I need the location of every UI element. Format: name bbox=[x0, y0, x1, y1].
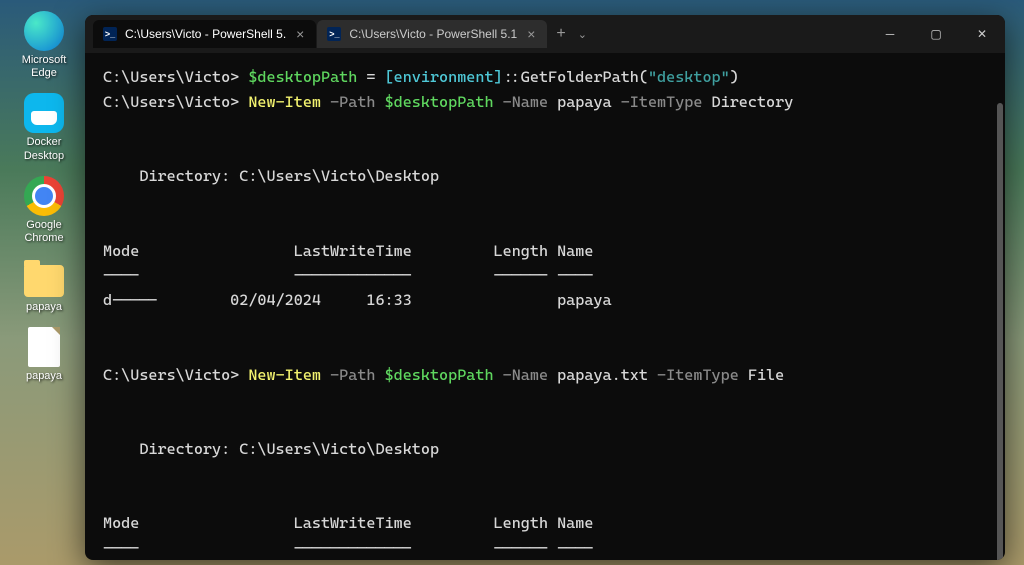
command-line-1: C:\Users\Victo> $desktopPath = [environm… bbox=[103, 65, 987, 90]
desktop-icons-column: Microsoft Edge Docker Desktop Google Chr… bbox=[10, 10, 78, 384]
terminal-window: >_ C:\Users\Victo - PowerShell 5. × >_ C… bbox=[85, 15, 1005, 560]
chrome-icon bbox=[24, 176, 64, 216]
terminal-body[interactable]: C:\Users\Victo> $desktopPath = [environm… bbox=[85, 53, 1005, 560]
file-icon bbox=[28, 327, 60, 367]
tab-powershell-1[interactable]: >_ C:\Users\Victo - PowerShell 5. × bbox=[93, 20, 316, 48]
minimize-button[interactable]: ─ bbox=[867, 15, 913, 53]
close-button[interactable]: ✕ bbox=[959, 15, 1005, 53]
new-tab-button[interactable]: + bbox=[556, 25, 565, 43]
table-header: Mode LastWriteTime Length Name bbox=[103, 239, 987, 264]
table-header: Mode LastWriteTime Length Name bbox=[103, 511, 987, 536]
directory-label-2: Directory: C:\Users\Victo\Desktop bbox=[103, 437, 987, 462]
titlebar: >_ C:\Users\Victo - PowerShell 5. × >_ C… bbox=[85, 15, 1005, 53]
folder-icon bbox=[24, 265, 64, 297]
desktop-icon-edge[interactable]: Microsoft Edge bbox=[10, 10, 78, 80]
tab-strip: >_ C:\Users\Victo - PowerShell 5. × >_ C… bbox=[93, 20, 867, 48]
tab-powershell-2[interactable]: >_ C:\Users\Victo - PowerShell 5.1 × bbox=[317, 20, 547, 48]
table-separator: ---- ------------- ------ ---- bbox=[103, 263, 987, 288]
docker-icon bbox=[24, 93, 64, 133]
scrollbar[interactable] bbox=[997, 103, 1003, 560]
desktop-icon-label: Google Chrome bbox=[10, 219, 78, 245]
command-line-2: C:\Users\Victo> New-Item -Path $desktopP… bbox=[103, 90, 987, 115]
powershell-icon: >_ bbox=[327, 27, 341, 41]
table-row: d----- 02/04/2024 16:33 papaya bbox=[103, 288, 987, 313]
desktop-icon-label: papaya bbox=[26, 301, 62, 314]
desktop-icon-docker[interactable]: Docker Desktop bbox=[10, 92, 78, 162]
close-icon[interactable]: × bbox=[294, 26, 306, 42]
desktop-icon-label: Microsoft Edge bbox=[10, 54, 78, 80]
desktop-icon-papaya-folder[interactable]: papaya bbox=[10, 257, 78, 314]
command-line-3: C:\Users\Victo> New-Item -Path $desktopP… bbox=[103, 363, 987, 388]
desktop-icon-chrome[interactable]: Google Chrome bbox=[10, 175, 78, 245]
tab-dropdown-icon[interactable]: ⌄ bbox=[578, 28, 587, 41]
maximize-button[interactable]: ▢ bbox=[913, 15, 959, 53]
powershell-icon: >_ bbox=[103, 27, 117, 41]
tab-title: C:\Users\Victo - PowerShell 5.1 bbox=[349, 27, 517, 41]
desktop-icon-label: papaya bbox=[26, 370, 62, 383]
desktop-icon-label: Docker Desktop bbox=[10, 136, 78, 162]
table-separator: ---- ------------- ------ ---- bbox=[103, 536, 987, 560]
edge-icon bbox=[24, 11, 64, 51]
tab-title: C:\Users\Victo - PowerShell 5. bbox=[125, 27, 286, 41]
desktop-icon-papaya-file[interactable]: papaya bbox=[10, 326, 78, 383]
tab-controls: + ⌄ bbox=[556, 25, 587, 43]
directory-label-1: Directory: C:\Users\Victo\Desktop bbox=[103, 164, 987, 189]
close-icon[interactable]: × bbox=[525, 26, 537, 42]
window-controls: ─ ▢ ✕ bbox=[867, 15, 1005, 53]
